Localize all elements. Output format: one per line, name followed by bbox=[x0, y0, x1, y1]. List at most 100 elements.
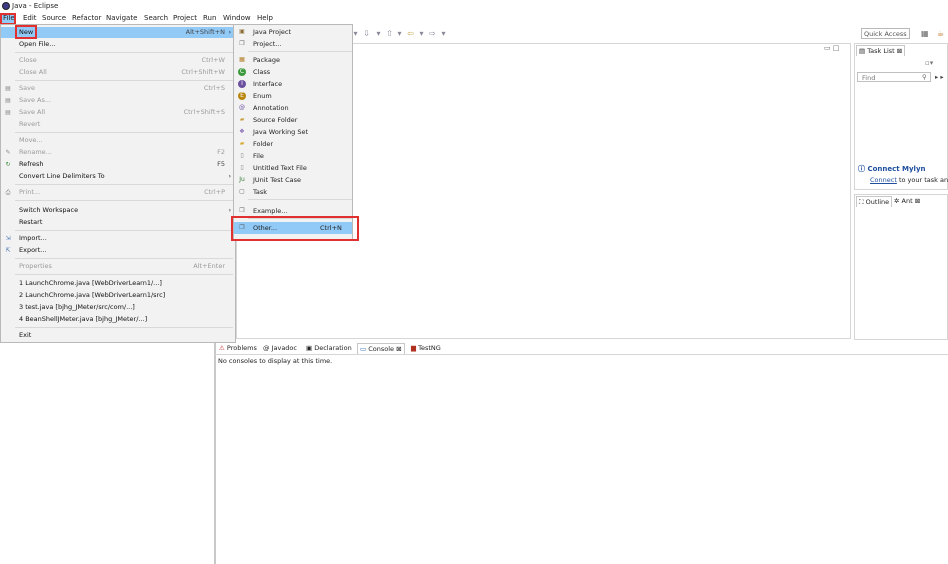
menu-item-rename[interactable]: ✎ Rename... F2 bbox=[1, 147, 235, 158]
submenu-item-folder[interactable]: ▰ Folder bbox=[234, 138, 352, 150]
menu-navigate[interactable]: Navigate bbox=[105, 14, 138, 23]
categorize-icon[interactable]: ▸ ▸ bbox=[935, 73, 944, 81]
file-menu: New Alt+Shift+N › Open File... Close Ctr… bbox=[0, 24, 236, 343]
submenu-item-project[interactable]: ❐ Project... bbox=[234, 38, 352, 50]
submenu-item-junit-test-case[interactable]: Ju JUnit Test Case bbox=[234, 174, 352, 186]
maximize-icon[interactable]: □ bbox=[833, 44, 840, 52]
open-perspective-icon[interactable]: ▦ bbox=[921, 29, 929, 38]
dropdown-icon[interactable]: ▾ bbox=[374, 29, 383, 38]
menu-search[interactable]: Search bbox=[143, 14, 169, 23]
prev-annotation-icon[interactable]: ⇧ bbox=[385, 29, 394, 38]
submenu-item-untitled-text-file[interactable]: ▯ Untitled Text File bbox=[234, 162, 352, 174]
java-perspective-icon[interactable]: ☕ bbox=[937, 29, 944, 38]
close-icon[interactable]: ⊠ bbox=[897, 47, 902, 55]
submenu-item-label: Annotation bbox=[253, 104, 289, 112]
annotation-icon: @ bbox=[239, 104, 245, 111]
menu-window[interactable]: Window bbox=[222, 14, 252, 23]
back-icon[interactable]: ⇦ bbox=[406, 29, 415, 38]
menu-item-shortcut: F5 bbox=[217, 160, 225, 168]
menu-item-close-all[interactable]: Close All Ctrl+Shift+W bbox=[1, 67, 235, 78]
import-icon: ⇲ bbox=[5, 235, 11, 242]
tab-console[interactable]: ▭ Console ⊠ bbox=[357, 343, 405, 354]
editor-window-controls: ▭ □ bbox=[824, 44, 839, 52]
menu-item-label: Restart bbox=[19, 218, 43, 226]
menu-separator bbox=[15, 230, 233, 231]
task-icon: ▢ bbox=[239, 188, 245, 195]
menu-item-switch-workspace[interactable]: Switch Workspace › bbox=[1, 205, 235, 216]
connect-link[interactable]: Connect bbox=[870, 176, 897, 184]
next-annotation-icon[interactable]: ⇩ bbox=[362, 29, 371, 38]
menu-separator bbox=[15, 200, 233, 201]
submenu-item-interface[interactable]: I Interface bbox=[234, 78, 352, 90]
new-task-icon[interactable]: ▫▾ bbox=[925, 59, 933, 67]
submenu-item-java-working-set[interactable]: ❖ Java Working Set bbox=[234, 126, 352, 138]
menu-item-open-file[interactable]: Open File... bbox=[1, 39, 235, 50]
tab-javadoc[interactable]: @ Javadoc bbox=[261, 343, 299, 353]
submenu-item-label: Source Folder bbox=[253, 116, 298, 124]
submenu-item-label: Project... bbox=[253, 40, 282, 48]
menu-item-convert-line-delimiters[interactable]: Convert Line Delimiters To › bbox=[1, 171, 235, 182]
find-input[interactable]: Find bbox=[857, 72, 931, 82]
submenu-item-task[interactable]: ▢ Task bbox=[234, 186, 352, 198]
menu-item-import[interactable]: ⇲ Import... bbox=[1, 233, 235, 244]
menu-item-print[interactable]: ⎙ Print... Ctrl+P bbox=[1, 187, 235, 198]
dropdown-icon[interactable]: ▾ bbox=[395, 29, 404, 38]
submenu-item-annotation[interactable]: @ Annotation bbox=[234, 102, 352, 114]
menu-item-label: Print... bbox=[19, 188, 41, 196]
tab-outline[interactable]: ⛶ Outline bbox=[856, 196, 893, 207]
menu-item-revert[interactable]: Revert bbox=[1, 119, 235, 130]
menu-item-recent-4[interactable]: 4 BeanShellJMeter.java [bjhg_JMeter/...] bbox=[1, 314, 235, 325]
menu-item-recent-2[interactable]: 2 LaunchChrome.java [WebDriverLearn1/src… bbox=[1, 290, 235, 301]
tab-task-list[interactable]: ▤ Task List ⊠ bbox=[856, 45, 906, 56]
tab-label: Outline bbox=[865, 198, 890, 206]
project-icon: ❐ bbox=[239, 40, 245, 47]
close-icon[interactable]: ⊠ bbox=[396, 345, 401, 353]
tab-problems[interactable]: ⚠ Problems bbox=[217, 343, 259, 353]
menu-edit[interactable]: Edit bbox=[22, 14, 38, 23]
submenu-item-java-project[interactable]: ▣ Java Project bbox=[234, 26, 352, 38]
menu-run[interactable]: Run bbox=[202, 14, 217, 23]
menu-item-export[interactable]: ⇱ Export... bbox=[1, 245, 235, 256]
menu-item-recent-3[interactable]: 3 test.java [bjhg_JMeter/src/com/...] bbox=[1, 302, 235, 313]
close-icon[interactable]: ⊠ bbox=[915, 197, 920, 205]
menu-item-label: Switch Workspace bbox=[19, 206, 79, 214]
menu-item-restart[interactable]: Restart bbox=[1, 217, 235, 228]
menu-project[interactable]: Project bbox=[172, 14, 198, 23]
new-item-highlight-box bbox=[15, 25, 37, 39]
menu-item-label: Revert bbox=[19, 120, 41, 128]
menu-item-recent-1[interactable]: 1 LaunchChrome.java [WebDriverLearn1/...… bbox=[1, 278, 235, 289]
menu-item-save-all[interactable]: ▤ Save All Ctrl+Shift+S bbox=[1, 107, 235, 118]
tab-ant[interactable]: ✲ Ant ⊠ bbox=[892, 196, 923, 206]
tab-label: Console bbox=[368, 345, 395, 353]
menu-item-properties[interactable]: Properties Alt+Enter bbox=[1, 261, 235, 272]
quick-access-input[interactable]: Quick Access bbox=[861, 28, 910, 39]
tab-label: Declaration bbox=[314, 344, 352, 352]
menu-item-move[interactable]: Move... bbox=[1, 135, 235, 146]
minimize-icon[interactable]: ▭ bbox=[824, 44, 831, 52]
folder-icon: ▰ bbox=[239, 140, 245, 147]
menu-separator bbox=[15, 327, 233, 328]
menu-item-exit[interactable]: Exit bbox=[1, 330, 235, 341]
dropdown-icon[interactable]: ▾ bbox=[439, 29, 448, 38]
menu-refactor[interactable]: Refactor bbox=[71, 14, 102, 23]
menu-item-label: Import... bbox=[19, 234, 47, 242]
submenu-item-source-folder[interactable]: ▰ Source Folder bbox=[234, 114, 352, 126]
submenu-item-enum[interactable]: E Enum bbox=[234, 90, 352, 102]
menu-item-save-as[interactable]: ▤ Save As... bbox=[1, 95, 235, 106]
menu-item-save[interactable]: ▤ Save Ctrl+S bbox=[1, 83, 235, 94]
tab-testng[interactable]: ▆ TestNG bbox=[409, 343, 443, 353]
menu-help[interactable]: Help bbox=[256, 14, 274, 23]
submenu-item-file[interactable]: ▯ File bbox=[234, 150, 352, 162]
menu-item-refresh[interactable]: ↻ Refresh F5 bbox=[1, 159, 235, 170]
dropdown-icon[interactable]: ▾ bbox=[417, 29, 426, 38]
submenu-item-class[interactable]: C Class bbox=[234, 66, 352, 78]
submenu-item-package[interactable]: ▦ Package bbox=[234, 54, 352, 66]
menu-item-close[interactable]: Close Ctrl+W bbox=[1, 55, 235, 66]
outline-panel: ⛶ Outline ✲ Ant ⊠ bbox=[854, 194, 948, 340]
menu-source[interactable]: Source bbox=[41, 14, 67, 23]
forward-icon[interactable]: ⇨ bbox=[428, 29, 437, 38]
tab-declaration[interactable]: ▣ Declaration bbox=[304, 343, 354, 353]
example-icon: ❐ bbox=[239, 207, 245, 214]
print-icon: ⎙ bbox=[5, 189, 11, 196]
save-icon: ▤ bbox=[5, 85, 11, 92]
